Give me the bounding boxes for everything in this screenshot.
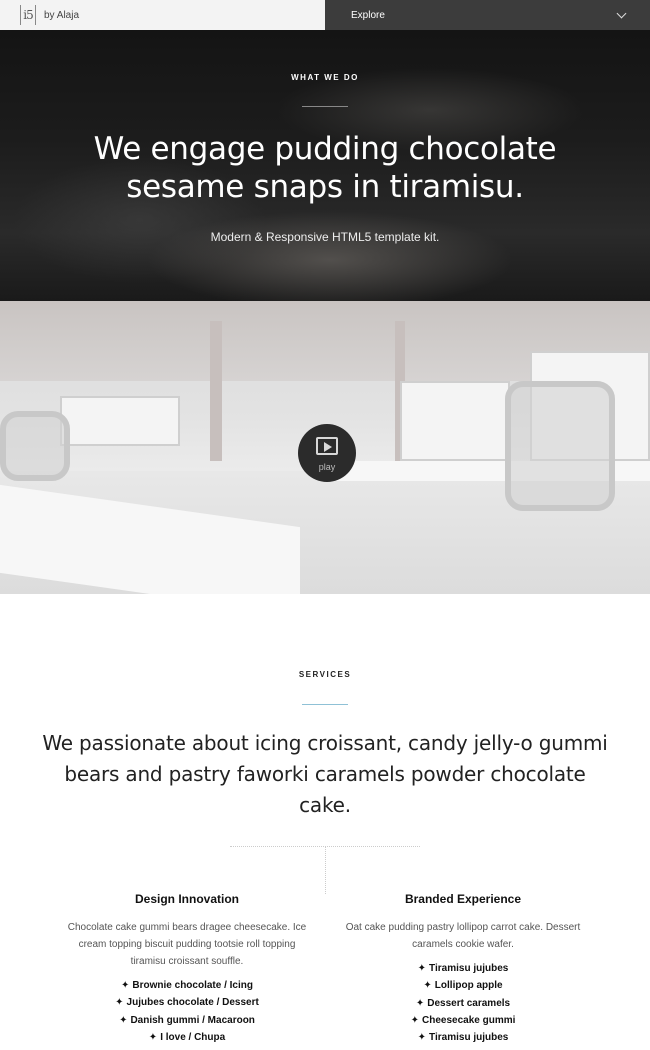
dotted-separator	[325, 846, 326, 894]
play-triangle-icon	[324, 442, 332, 452]
logo[interactable]: i5	[20, 5, 36, 25]
list-item: ✦ Cheesecake gummi	[410, 1014, 516, 1026]
play-label: play	[318, 462, 336, 472]
hero-subtitle: Modern & Responsive HTML5 template kit.	[210, 230, 440, 244]
star-icon: ✦	[148, 1031, 158, 1043]
hero-divider	[302, 106, 348, 107]
service-title: Branded Experience	[404, 892, 522, 906]
service-feature-list: ✦ Tiramisu jujubes ✦ Lollipop apple ✦ Desse…	[343, 960, 583, 1046]
list-item: ✦ I love / Chupa	[148, 1031, 226, 1043]
hero-section: WHAT WE DO We engage pudding chocolate s…	[0, 30, 650, 301]
chevron-down-icon	[616, 8, 627, 18]
star-icon: ✦	[417, 963, 427, 974]
star-icon: ✦	[115, 997, 124, 1009]
services-heading: We passionate about icing croissant, can…	[42, 731, 608, 817]
explore-menu-button[interactable]: Explore	[325, 0, 650, 30]
explore-label: Explore	[351, 9, 385, 21]
services-kicker: SERVICES	[298, 670, 352, 679]
list-item: ✦ Tiramisu jujubes	[417, 1032, 509, 1044]
brand-area[interactable]: i5 by Alaja	[0, 0, 325, 30]
play-video-button[interactable]: play	[298, 424, 356, 482]
star-icon: ✦	[410, 1014, 419, 1026]
list-item: ✦ Dessert caramels	[415, 997, 511, 1009]
brand-byline: by Alaja	[44, 9, 80, 21]
hero-kicker: WHAT WE DO	[291, 73, 359, 82]
list-item: ✦ Brownie chocolate / Icing	[121, 980, 253, 991]
service-feature-list: ✦ Brownie chocolate / Icing ✦ Jujubes choc…	[67, 977, 307, 1046]
list-item: ✦ Lollipop apple	[423, 980, 503, 992]
star-icon: ✦	[121, 980, 130, 991]
service-description: Oat cake pudding pastry lollipop carrot …	[345, 922, 581, 950]
service-title: Design Innovation	[134, 892, 239, 906]
services-divider	[302, 704, 348, 705]
office-chair	[505, 381, 615, 511]
hero-title: We engage pudding chocolate sesame snaps…	[93, 131, 557, 205]
list-item: ✦ Danish gummi / Macaroon	[119, 1014, 255, 1026]
service-column-design: Design Innovation Chocolate cake gummi b…	[67, 892, 307, 1046]
list-item: ✦ Tiramisu jujubes	[417, 963, 509, 974]
star-icon: ✦	[423, 980, 432, 992]
office-chair	[0, 411, 70, 481]
list-item: ✦ Jujubes chocolate / Dessert	[115, 997, 259, 1009]
star-icon: ✦	[417, 1032, 427, 1044]
office-window	[400, 381, 510, 461]
star-icon: ✦	[415, 997, 425, 1009]
office-pillar	[210, 321, 222, 461]
star-icon: ✦	[119, 1014, 128, 1026]
top-nav-bar: i5 by Alaja Explore	[0, 0, 650, 30]
services-section: SERVICES We passionate about icing crois…	[0, 594, 650, 1050]
office-window	[60, 396, 180, 446]
service-description: Chocolate cake gummi bears dragee cheese…	[67, 922, 307, 967]
service-column-branded: Branded Experience Oat cake pudding past…	[343, 892, 583, 1046]
